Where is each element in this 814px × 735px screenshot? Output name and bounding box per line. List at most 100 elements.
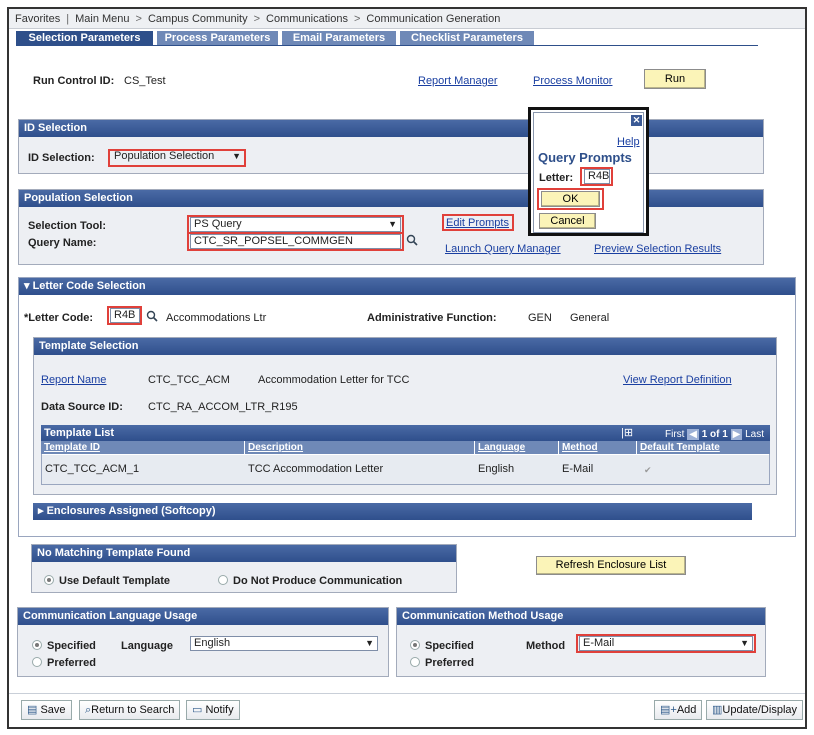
save-icon: ▤ bbox=[27, 704, 38, 716]
default-template-checkbox[interactable]: ✔ bbox=[644, 465, 654, 475]
template-list-title: Template List bbox=[44, 427, 115, 439]
save-button[interactable]: ▤ Save bbox=[21, 700, 72, 720]
breadcrumb-favorites[interactable]: Favorites bbox=[15, 13, 60, 25]
highlight-query-letter bbox=[580, 167, 613, 186]
dropdown-arrow-icon: ▼ bbox=[365, 638, 374, 648]
data-source-label: Data Source ID: bbox=[41, 401, 123, 413]
col-default-template[interactable]: Default Template bbox=[636, 441, 770, 454]
row-method: E-Mail bbox=[562, 463, 594, 475]
report-name-link[interactable]: Report Name bbox=[41, 374, 106, 386]
query-prompts-title: Query Prompts bbox=[538, 150, 632, 165]
template-list-header-bar bbox=[41, 425, 770, 441]
use-default-template-label: Use Default Template bbox=[59, 575, 171, 587]
preview-selection-results-link[interactable]: Preview Selection Results bbox=[594, 243, 721, 255]
return-to-search-button[interactable]: ⌕Return to Search bbox=[79, 700, 181, 720]
admin-function-code: GEN bbox=[528, 312, 552, 324]
breadcrumb-main-menu[interactable]: Main Menu bbox=[75, 13, 129, 25]
collapse-triangle-icon: ▾ bbox=[24, 280, 33, 292]
nav-first[interactable]: First bbox=[665, 429, 684, 440]
data-source-value: CTC_RA_ACCOM_LTR_R195 bbox=[148, 401, 298, 413]
add-icon: ▤+ bbox=[660, 704, 677, 716]
process-monitor-link[interactable]: Process Monitor bbox=[533, 75, 612, 87]
launch-query-manager-link[interactable]: Launch Query Manager bbox=[445, 243, 561, 255]
language-value: English bbox=[194, 637, 231, 649]
col-template-id[interactable]: Template ID bbox=[41, 441, 244, 454]
language-specified-label: Specified bbox=[47, 640, 96, 652]
highlight-edit-prompts bbox=[442, 214, 514, 231]
highlight-letter-code bbox=[107, 306, 142, 325]
query-letter-label: Letter: bbox=[539, 172, 574, 184]
breadcrumb-campus-community[interactable]: Campus Community bbox=[148, 13, 248, 25]
breadcrumb-communications[interactable]: Communications bbox=[266, 13, 348, 25]
method-preferred-option[interactable]: Preferred bbox=[410, 657, 474, 669]
report-name-value: CTC_TCC_ACM bbox=[148, 374, 230, 386]
highlight-id-selection bbox=[108, 149, 246, 167]
template-list-nav: First ◀ 1 of 1 ▶ Last bbox=[665, 428, 764, 441]
cancel-button[interactable]: Cancel bbox=[539, 213, 596, 229]
letter-code-description: Accommodations Ltr bbox=[166, 312, 267, 324]
method-specified-option[interactable]: Specified bbox=[410, 640, 474, 652]
table-row bbox=[42, 455, 769, 484]
tab-checklist-parameters[interactable]: Checklist Parameters bbox=[400, 31, 534, 45]
do-not-produce-label: Do Not Produce Communication bbox=[233, 575, 403, 587]
admin-function-desc: General bbox=[570, 312, 610, 324]
nav-prev-icon[interactable]: ◀ bbox=[687, 429, 699, 440]
notify-icon: ▭ bbox=[192, 704, 203, 716]
save-label: Save bbox=[40, 704, 66, 716]
view-report-definition-link[interactable]: View Report Definition bbox=[623, 374, 732, 386]
report-description: Accommodation Letter for TCC bbox=[258, 374, 410, 386]
method-specified-label: Specified bbox=[425, 640, 474, 652]
refresh-enclosure-list-button[interactable]: Refresh Enclosure List bbox=[536, 556, 686, 575]
col-language[interactable]: Language bbox=[474, 441, 558, 454]
col-method[interactable]: Method bbox=[558, 441, 636, 454]
tab-underline bbox=[16, 45, 758, 46]
close-icon[interactable]: ✕ bbox=[631, 115, 642, 126]
do-not-produce-option[interactable]: Do Not Produce Communication bbox=[218, 575, 402, 587]
enclosures-title: Enclosures Assigned (Softcopy) bbox=[46, 505, 216, 517]
row-description: TCC Accommodation Letter bbox=[248, 463, 384, 475]
tab-selection-parameters[interactable]: Selection Parameters bbox=[16, 31, 153, 45]
col-description[interactable]: Description bbox=[244, 441, 474, 454]
radio-unselected-icon bbox=[218, 575, 228, 585]
row-language: English bbox=[478, 463, 515, 475]
return-to-search-label: Return to Search bbox=[91, 704, 175, 716]
radio-unselected-icon bbox=[410, 657, 420, 667]
update-display-button[interactable]: ▥Update/Display bbox=[706, 700, 803, 720]
language-preferred-option[interactable]: Preferred bbox=[32, 657, 96, 669]
method-preferred-label: Preferred bbox=[425, 657, 474, 669]
letter-code-lookup-icon[interactable] bbox=[146, 310, 158, 322]
update-display-icon: ▥ bbox=[712, 704, 723, 716]
highlight-method bbox=[576, 634, 756, 653]
letter-code-title: Letter Code Selection bbox=[32, 280, 146, 292]
id-selection-header: ID Selection bbox=[19, 120, 763, 137]
tab-process-parameters[interactable]: Process Parameters bbox=[157, 31, 278, 45]
notify-label: Notify bbox=[205, 704, 234, 716]
nav-last[interactable]: Last bbox=[745, 429, 764, 440]
enclosures-header[interactable]: ▸ Enclosures Assigned (Softcopy) bbox=[33, 503, 752, 520]
report-manager-link[interactable]: Report Manager bbox=[418, 75, 498, 87]
id-selection-label: ID Selection: bbox=[28, 152, 95, 164]
comm-language-header: Communication Language Usage bbox=[18, 608, 388, 625]
run-control-label: Run Control ID: bbox=[33, 75, 115, 87]
query-help-link[interactable]: Help bbox=[617, 136, 640, 148]
tab-email-parameters[interactable]: Email Parameters bbox=[282, 31, 396, 45]
highlight-query-name bbox=[187, 232, 404, 251]
radio-selected-icon bbox=[32, 640, 42, 650]
language-specified-option[interactable]: Specified bbox=[32, 640, 96, 652]
use-default-template-option[interactable]: Use Default Template bbox=[44, 575, 170, 587]
no-matching-template-header: No Matching Template Found bbox=[32, 545, 456, 562]
language-dropdown[interactable]: English ▼ bbox=[190, 636, 378, 651]
nav-count: 1 of 1 bbox=[701, 429, 728, 440]
run-button[interactable]: Run bbox=[644, 69, 706, 89]
admin-function-label: Administrative Function: bbox=[367, 312, 497, 324]
add-button[interactable]: ▤+Add bbox=[654, 700, 703, 720]
run-control-value: CS_Test bbox=[124, 75, 166, 87]
nav-next-icon[interactable]: ▶ bbox=[730, 429, 743, 440]
breadcrumb-communication-generation[interactable]: Communication Generation bbox=[366, 13, 500, 25]
language-label: Language bbox=[121, 640, 173, 652]
template-list-export-icon[interactable]: |⊞ bbox=[621, 426, 633, 440]
comm-method-header: Communication Method Usage bbox=[397, 608, 765, 625]
notify-button[interactable]: ▭ Notify bbox=[186, 700, 240, 720]
letter-code-header[interactable]: ▾ Letter Code Selection bbox=[19, 278, 795, 295]
query-lookup-icon[interactable] bbox=[406, 234, 418, 246]
